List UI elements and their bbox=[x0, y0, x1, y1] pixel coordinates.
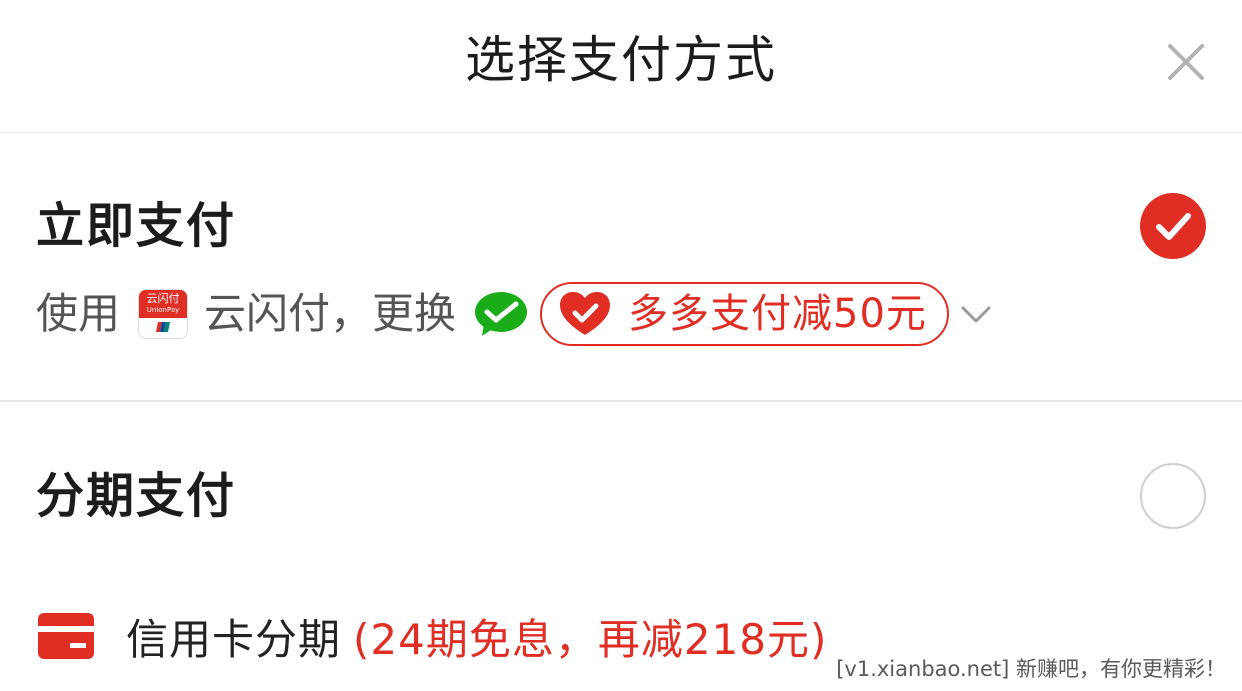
promo-badge[interactable]: 多多支付减50元 bbox=[540, 282, 949, 346]
installment-title: 分期支付 bbox=[36, 468, 237, 524]
use-prefix: 使用 bbox=[36, 289, 121, 338]
chevron-down-icon[interactable] bbox=[959, 297, 993, 331]
unionpay-icon-subtext: UnionPay bbox=[146, 306, 180, 314]
header: 选择支付方式 bbox=[0, 0, 1242, 133]
unionpay-icon-text: 云闪付 bbox=[146, 292, 180, 305]
wechat-pay-icon[interactable] bbox=[474, 290, 528, 338]
credit-installment-option[interactable]: 信用卡分期 (24期免息，再减218元) bbox=[38, 604, 827, 668]
section-divider bbox=[0, 400, 1242, 402]
promo-text: 多多支付减50元 bbox=[628, 291, 927, 337]
checkmark-icon bbox=[1156, 213, 1191, 240]
credit-card-icon bbox=[38, 613, 94, 659]
credit-installment-promo: (24期免息，再减218元) bbox=[353, 614, 828, 664]
instant-pay-title: 立即支付 bbox=[36, 198, 237, 254]
watermark: [v1.xianbao.net] 新赚吧，有你更精彩！ bbox=[836, 657, 1226, 681]
method-name[interactable]: 云闪付，更换 bbox=[204, 282, 456, 346]
installment-radio-unchecked[interactable] bbox=[1140, 463, 1206, 529]
page-title: 选择支付方式 bbox=[465, 31, 777, 89]
heart-shield-check-icon bbox=[560, 292, 611, 335]
payment-method-row: 使用 云闪付 UnionPay 云闪付，更换 多多支付减50元 bbox=[36, 282, 993, 346]
credit-installment-label: 信用卡分期 bbox=[126, 614, 342, 664]
close-icon[interactable] bbox=[1164, 40, 1208, 84]
instant-pay-radio-checked[interactable] bbox=[1140, 193, 1206, 259]
unionpay-icon: 云闪付 UnionPay bbox=[138, 289, 189, 339]
